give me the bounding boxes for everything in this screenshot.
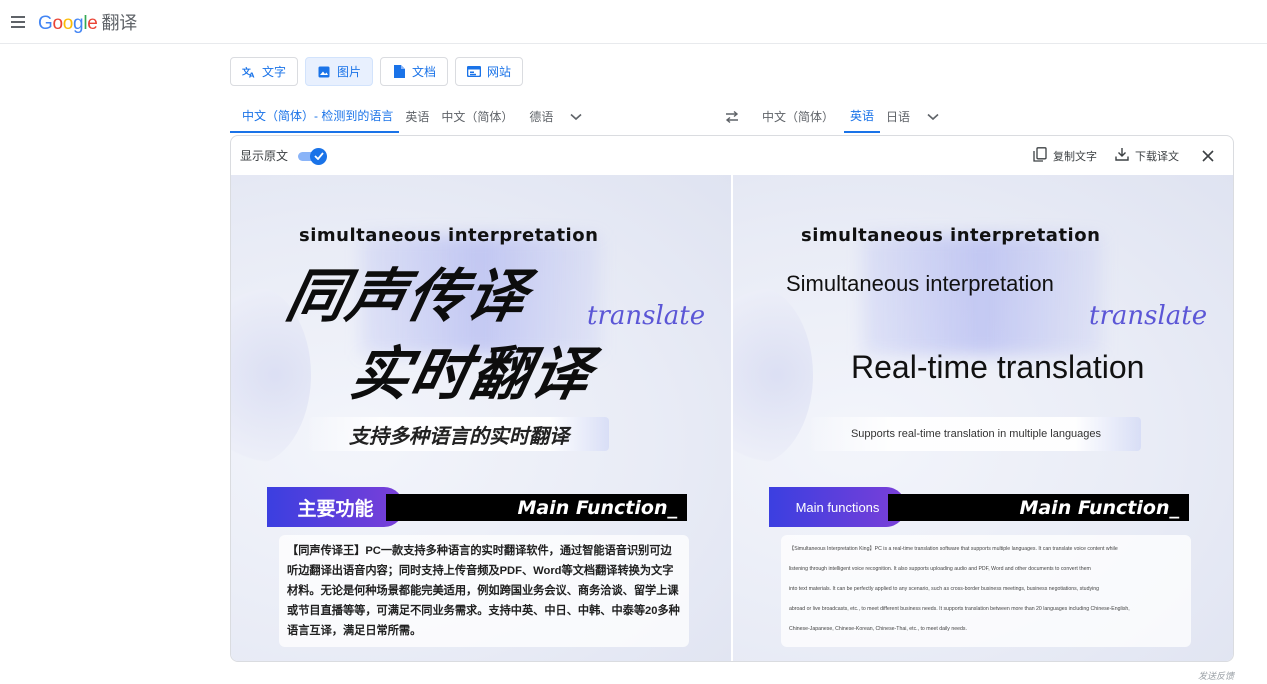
google-translate-logo[interactable]: Google 翻译 — [38, 9, 137, 35]
source-more-languages-chevron-down-icon[interactable] — [559, 100, 593, 133]
target-more-languages-chevron-down-icon[interactable] — [916, 100, 950, 133]
translated-image: simultaneous interpretation Simultaneous… — [733, 175, 1233, 661]
translate-icon: 文A — [242, 65, 256, 79]
target-lang-english[interactable]: 英语 — [844, 100, 881, 133]
mode-document-button[interactable]: 文档 — [380, 57, 449, 86]
product-name: 翻译 — [101, 12, 138, 33]
target-language-bar: 中文（简体） 英语 日语 — [752, 100, 950, 133]
translated-en-title: simultaneous interpretation — [801, 225, 1101, 246]
mode-website-button[interactable]: 网站 — [455, 57, 524, 86]
source-lang-german[interactable]: 德语 — [523, 100, 559, 133]
translated-banner: Supports real-time translation in multip… — [811, 417, 1141, 451]
source-lang-detected[interactable]: 中文（简体）- 检测到的语言 — [230, 100, 400, 133]
copy-icon — [1033, 146, 1047, 165]
check-icon — [310, 147, 328, 165]
image-icon — [317, 65, 331, 79]
copy-text-button[interactable]: 复制文字 — [1033, 146, 1097, 165]
show-original-toggle[interactable] — [298, 147, 328, 165]
close-icon[interactable] — [1197, 145, 1219, 167]
target-lang-chinese[interactable]: 中文（简体） — [752, 100, 844, 133]
website-icon — [467, 65, 482, 79]
top-bar: Google 翻译 — [0, 0, 1267, 44]
download-icon — [1115, 147, 1129, 164]
source-language-bar: 中文（简体）- 检测到的语言 英语 中文（简体） 德语 — [230, 100, 593, 133]
document-icon — [392, 65, 406, 79]
original-body-text: 【同声传译王】PC一款支持多种语言的实时翻译软件，通过智能语音识别可边听边翻译出… — [279, 535, 689, 647]
mode-text-button[interactable]: 文A 文字 — [230, 57, 299, 86]
mode-image-button[interactable]: 图片 — [305, 57, 374, 86]
translated-line-2: Real-time translation — [851, 349, 1145, 385]
original-cn-title-2: 实时翻译 — [344, 340, 600, 408]
original-cn-title-1: 同声传译 — [280, 262, 536, 330]
svg-text:A: A — [249, 71, 255, 79]
mode-selector: 文A 文字 图片 文档 网站 — [230, 57, 524, 86]
download-translation-button[interactable]: 下载译文 — [1115, 147, 1179, 164]
source-lang-english[interactable]: 英语 — [399, 100, 435, 133]
original-en-title: simultaneous interpretation — [299, 225, 599, 246]
swap-languages-icon[interactable] — [720, 106, 744, 128]
target-lang-japanese[interactable]: 日语 — [880, 100, 916, 133]
main-menu-icon[interactable] — [4, 8, 32, 36]
original-image: simultaneous interpretation 同声传译 transla… — [231, 175, 731, 661]
source-lang-chinese[interactable]: 中文（简体） — [435, 100, 523, 133]
original-main-function-bar: 主要功能 Main Function_ — [267, 487, 687, 527]
send-feedback-link[interactable]: 发送反馈 — [1198, 669, 1234, 682]
result-toolbar: 显示原文 复制文字 下载译文 — [231, 136, 1233, 175]
translated-main-function-bar: Main functions Main Function_ — [769, 487, 1189, 527]
original-banner: 支持多种语言的实时翻译 — [309, 417, 609, 451]
translated-script-word: translate — [1089, 301, 1208, 331]
image-panes: simultaneous interpretation 同声传译 transla… — [231, 175, 1233, 661]
original-script-word: translate — [587, 301, 706, 331]
show-original-label: 显示原文 — [240, 149, 289, 163]
image-translation-card: 显示原文 复制文字 下载译文 simultaneous interpretati… — [230, 135, 1234, 662]
translated-line-1: Simultaneous interpretation — [786, 271, 1054, 296]
translated-body-text: 【Simultaneous Interpretation King】PC is … — [781, 535, 1191, 647]
